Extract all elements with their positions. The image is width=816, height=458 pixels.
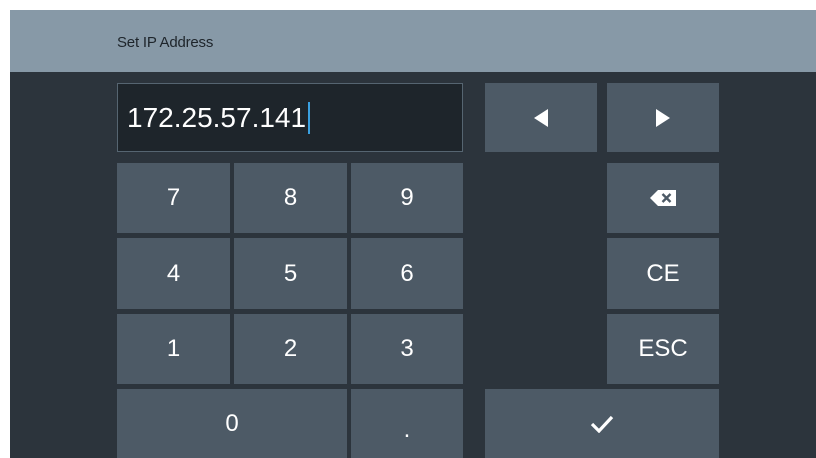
key-9[interactable]: 9 (351, 163, 463, 233)
title-bar: Set IP Address (10, 10, 816, 72)
clear-entry-button[interactable]: CE (607, 238, 719, 309)
key-dot[interactable]: . (351, 389, 463, 458)
confirm-button[interactable] (485, 389, 719, 458)
cursor-left-button[interactable] (485, 83, 597, 152)
ip-address-value: 172.25.57.141 (127, 102, 307, 133)
ip-address-input[interactable]: 172.25.57.141 (117, 83, 463, 152)
arrow-right-icon (656, 108, 670, 127)
backspace-icon (650, 190, 676, 206)
key-0[interactable]: 0 (117, 389, 347, 458)
escape-button[interactable]: ESC (607, 314, 719, 384)
key-4[interactable]: 4 (117, 238, 230, 309)
checkmark-icon (590, 415, 614, 433)
backspace-button[interactable] (607, 163, 719, 233)
text-cursor (308, 101, 311, 134)
key-6[interactable]: 6 (351, 238, 463, 309)
ip-address-dialog: Set IP Address 172.25.57.141 7 8 9 4 5 6… (10, 10, 816, 458)
arrow-left-icon (534, 108, 548, 127)
key-2[interactable]: 2 (234, 314, 347, 384)
key-1[interactable]: 1 (117, 314, 230, 384)
key-8[interactable]: 8 (234, 163, 347, 233)
key-5[interactable]: 5 (234, 238, 347, 309)
key-3[interactable]: 3 (351, 314, 463, 384)
dialog-title: Set IP Address (117, 34, 214, 51)
key-7[interactable]: 7 (117, 163, 230, 233)
cursor-right-button[interactable] (607, 83, 719, 152)
